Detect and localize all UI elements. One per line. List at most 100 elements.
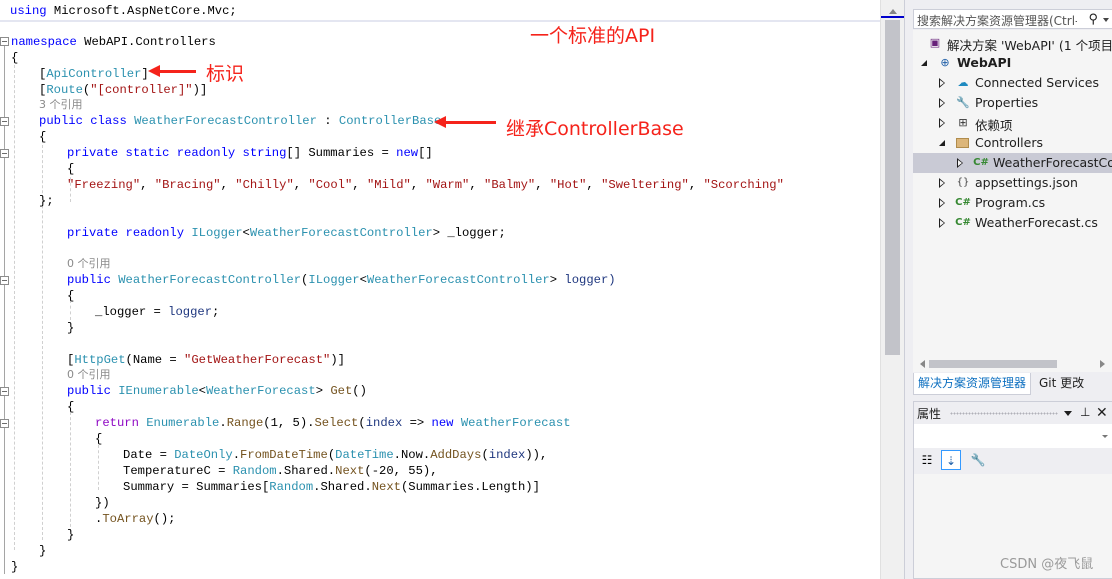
chevron-down-icon[interactable] — [1102, 435, 1108, 438]
code-line-summaries: private static readonly string[] Summari… — [67, 146, 433, 160]
editor-header-line: using Microsoft.AspNetCore.Mvc; — [0, 0, 880, 22]
tree-node-connected-services[interactable]: ☁ Connected Services — [913, 73, 1112, 93]
code-line: } — [67, 321, 75, 335]
annotation-attribute-note: 标识 — [206, 63, 245, 85]
solution-explorer-search-input[interactable]: 搜索解决方案资源管理器(Ctrl- ⚲ — [913, 9, 1112, 29]
collapsed-arrow-icon[interactable] — [939, 118, 945, 128]
scroll-left-arrow-icon[interactable] — [920, 360, 925, 368]
collapsed-arrow-icon[interactable] — [957, 158, 963, 168]
code-line: } — [67, 528, 75, 542]
tree-node-appsettings[interactable]: {} appsettings.json — [913, 173, 1112, 193]
code-line-route: [Route("[controller]")] — [39, 83, 208, 97]
drag-grip[interactable] — [950, 412, 1058, 415]
code-line: { — [67, 400, 75, 414]
tree-horizontal-scrollbar[interactable] — [913, 355, 1112, 372]
csharp-file-icon: C# — [955, 217, 971, 228]
tree-node-project[interactable]: ⊕ WebAPI — [913, 53, 1112, 73]
web-project-icon: ⊕ — [940, 56, 950, 69]
annotation-arrow — [148, 65, 196, 77]
code-line-summary: Summary = Summaries[Random.Shared.Next(S… — [123, 480, 540, 494]
tree-node-weatherforecast[interactable]: C# WeatherForecast.cs — [913, 213, 1112, 233]
solution-explorer-toolbar — [905, 0, 1112, 6]
scroll-up-arrow-icon[interactable] — [889, 9, 897, 14]
code-line-attribute: [ApiController] — [39, 67, 149, 81]
code-line: { — [39, 130, 47, 144]
code-line-summaries-values: "Freezing", "Bracing", "Chilly", "Cool",… — [67, 178, 784, 192]
alphabetical-sort-icon[interactable]: ⇣ — [941, 450, 961, 470]
indent-guide — [98, 445, 99, 490]
code-line: namespace WebAPI.Controllers — [11, 35, 216, 49]
dependencies-icon: ⊞ — [958, 116, 968, 129]
csharp-file-icon: C# — [955, 197, 971, 208]
scroll-right-arrow-icon[interactable] — [1100, 360, 1105, 368]
tab-solution-explorer[interactable]: 解决方案资源管理器 — [913, 373, 1032, 395]
search-icon[interactable]: ⚲ — [1088, 11, 1098, 27]
watermark: CSDN @夜飞鼠 — [1000, 557, 1094, 572]
collapsed-arrow-icon[interactable] — [939, 78, 945, 88]
chevron-down-icon[interactable] — [1103, 18, 1109, 22]
properties-title: 属性 — [917, 407, 942, 421]
properties-object-select[interactable] — [914, 424, 1112, 448]
fold-toggle-class[interactable] — [0, 117, 9, 126]
categorized-view-icon[interactable]: ☷ — [917, 450, 937, 470]
code-line-assign: _logger = logger; — [95, 305, 220, 319]
tree-node-solution[interactable]: ▣ 解决方案 'WebAPI' (1 个项目, — [913, 33, 1112, 53]
code-line: { — [11, 51, 19, 65]
tree-node-program[interactable]: C# Program.cs — [913, 193, 1112, 213]
collapsed-arrow-icon[interactable] — [939, 98, 945, 108]
annotation-arrow — [434, 116, 496, 128]
code-line: }) — [95, 496, 110, 510]
tree-node-properties[interactable]: 🔧 Properties — [913, 93, 1112, 113]
chevron-down-icon[interactable] — [1064, 411, 1072, 416]
collapsed-arrow-icon[interactable] — [939, 218, 945, 228]
code-line-get: public IEnumerable<WeatherForecast> Get(… — [67, 384, 367, 398]
fold-toggle-namespace[interactable] — [0, 37, 9, 46]
solution-tree[interactable]: ▣ 解决方案 'WebAPI' (1 个项目, ⊕ WebAPI ☁ Conne… — [913, 30, 1112, 355]
code-line: } — [39, 544, 47, 558]
close-icon[interactable]: ✕ — [1096, 404, 1108, 421]
code-line: } — [11, 560, 19, 574]
codelens-references[interactable]: 3 个引用 — [39, 97, 83, 113]
expanded-arrow-icon[interactable] — [939, 140, 945, 146]
code-line: }; — [39, 194, 54, 208]
editor-vertical-scrollbar[interactable] — [880, 0, 905, 579]
properties-header: 属性 ⊥ ✕ — [914, 402, 1112, 424]
folder-icon — [956, 138, 969, 148]
pin-icon[interactable]: ⊥ — [1080, 405, 1090, 419]
scrollbar-thumb[interactable] — [885, 20, 900, 355]
explorer-tabs: 解决方案资源管理器 Git 更改 — [913, 373, 1112, 395]
connected-services-icon: ☁ — [957, 76, 969, 89]
solution-icon: ▣ — [929, 36, 941, 49]
fold-toggle-return[interactable] — [0, 419, 9, 428]
codelens-references[interactable]: 0 个引用 — [67, 256, 111, 272]
collapsed-arrow-icon[interactable] — [939, 178, 945, 188]
codelens-references[interactable]: 0 个引用 — [67, 367, 111, 383]
code-line-temperature: TemperatureC = Random.Shared.Next(-20, 5… — [123, 464, 438, 478]
code-line-logger-field: private readonly ILogger<WeatherForecast… — [67, 226, 506, 240]
property-pages-wrench-icon[interactable]: 🔧 — [968, 450, 988, 470]
code-line-httpget: [HttpGet(Name = "GetWeatherForecast")] — [67, 353, 345, 367]
fold-toggle-ctor[interactable] — [0, 276, 9, 285]
expanded-arrow-icon[interactable] — [921, 60, 927, 66]
indent-guide — [70, 412, 71, 532]
solution-explorer-pane: 搜索解决方案资源管理器(Ctrl- ⚲ ▣ 解决方案 'WebAPI' (1 个… — [904, 0, 1112, 579]
code-line-date: Date = DateOnly.FromDateTime(DateTime.No… — [123, 448, 548, 462]
tree-node-dependencies[interactable]: ⊞ 依赖项 — [913, 113, 1112, 133]
code-line: { — [67, 162, 75, 176]
tree-node-controllers-folder[interactable]: Controllers — [913, 133, 1112, 153]
properties-icon: 🔧 — [956, 96, 970, 109]
code-line-ctor: public WeatherForecastController(ILogger… — [67, 273, 616, 287]
code-editor[interactable]: using Microsoft.AspNetCore.Mvc; namespac… — [0, 0, 880, 579]
fold-toggle-get[interactable] — [0, 387, 9, 396]
collapsed-arrow-icon[interactable] — [939, 198, 945, 208]
fold-toggle-summaries[interactable] — [0, 149, 9, 158]
code-line: { — [95, 432, 103, 446]
scroll-position-marker — [881, 16, 905, 18]
annotation-title: 一个标准的API — [530, 25, 656, 47]
indent-guide — [14, 60, 15, 550]
using-directive: using Microsoft.AspNetCore.Mvc; — [10, 4, 237, 18]
scrollbar-thumb[interactable] — [929, 360, 1057, 368]
search-placeholder: 搜索解决方案资源管理器(Ctrl- — [917, 14, 1077, 28]
tab-git-changes[interactable]: Git 更改 — [1035, 373, 1088, 394]
tree-node-weatherforecastcontroller[interactable]: C# WeatherForecastController.cs — [913, 153, 1112, 173]
